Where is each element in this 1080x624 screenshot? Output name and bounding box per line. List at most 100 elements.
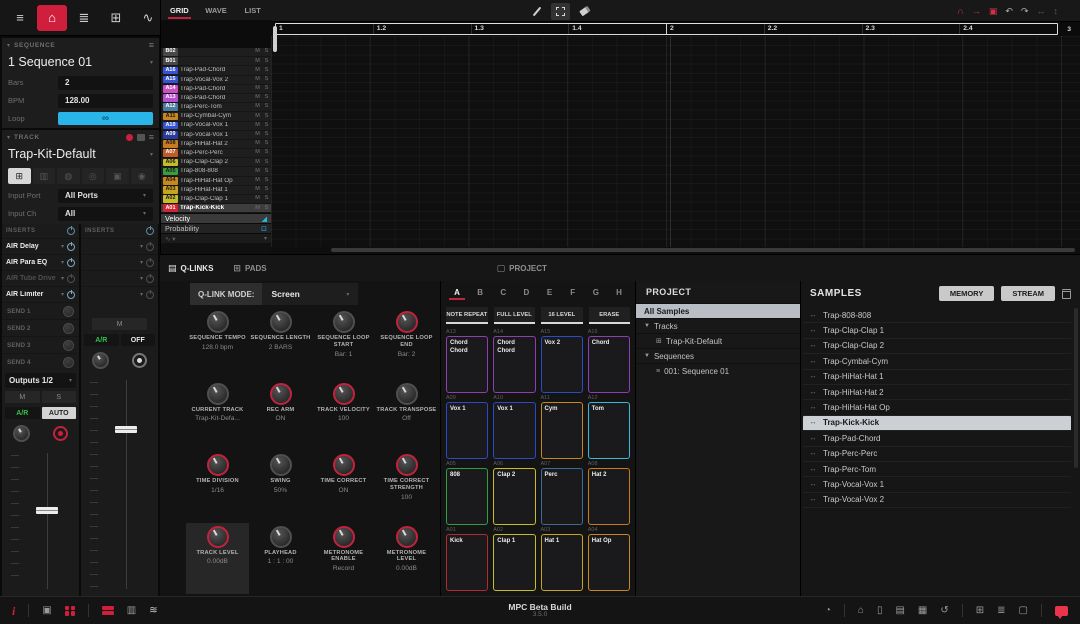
mute-button[interactable]: M — [253, 59, 262, 65]
knob[interactable] — [207, 383, 229, 405]
knob[interactable] — [396, 311, 418, 333]
samples-scrollbar[interactable] — [1074, 308, 1078, 468]
pad-view-icon[interactable]: ⊞ — [101, 5, 131, 31]
mute-button[interactable]: M — [253, 169, 262, 175]
solo-button[interactable]: S — [262, 178, 271, 184]
bank-h[interactable]: H — [611, 288, 627, 297]
mute-button[interactable]: M — [253, 206, 262, 212]
menu-icon[interactable]: ≡ — [5, 5, 35, 31]
redo-icon[interactable]: ↷ — [1021, 6, 1029, 17]
sample-row[interactable]: ↔Trap-Pad-Chord — [803, 431, 1071, 446]
loop-toggle[interactable]: ∞ — [58, 112, 153, 125]
qlink-knob-cell[interactable]: SEQUENCE LOOP ENDBar: 2 — [375, 308, 438, 380]
pad-a04[interactable]: Hat Op — [588, 534, 630, 591]
auto-button[interactable]: AUTO — [42, 407, 77, 419]
qlink-knob-cell[interactable]: TRACK VELOCITY100 — [312, 380, 375, 452]
sample-edit-icon[interactable]: ∿ — [133, 5, 163, 31]
knob[interactable] — [396, 454, 418, 476]
timeline-ruler[interactable]: 11.21.31.422.22.32.4 3 — [271, 22, 1080, 36]
undo-icon[interactable]: ↶ — [1005, 6, 1013, 17]
mute-button[interactable]: M — [253, 141, 262, 147]
insert-slot[interactable]: AIR Delay▾ — [2, 238, 79, 254]
send-slot[interactable]: SEND 2 — [2, 319, 79, 336]
pad-row[interactable]: A14Trap-Pad-ChordMS — [161, 85, 271, 94]
midi-icon[interactable]: ◉ — [131, 168, 154, 184]
plugin-icon[interactable]: ▣ — [106, 168, 129, 184]
chat-icon[interactable] — [1055, 606, 1068, 616]
vertical-scrollbar[interactable] — [273, 26, 277, 52]
mute-button[interactable]: M — [253, 114, 262, 120]
memory-button[interactable]: MEMORY — [939, 286, 994, 301]
insert-slot[interactable]: ▾ — [81, 254, 158, 270]
pad-a09[interactable]: Vox 1 — [446, 402, 488, 459]
grid-view-icon[interactable]: ⊞ — [976, 606, 984, 616]
chevron-down-icon[interactable]: ▾ — [140, 291, 143, 298]
pad-a02[interactable]: Clap 1 — [493, 534, 535, 591]
pad-row[interactable]: A16Trap-Pad-ChordMS — [161, 66, 271, 75]
sample-row[interactable]: ↔Trap-Vocal-Vox 1 — [803, 477, 1071, 492]
power-icon[interactable] — [67, 259, 75, 267]
stream-button[interactable]: STREAM — [1001, 286, 1055, 301]
knob[interactable] — [207, 454, 229, 476]
output-select[interactable]: Outputs 1/2▾ — [5, 373, 76, 388]
knob[interactable] — [333, 526, 355, 548]
cv-icon[interactable]: ◎ — [82, 168, 105, 184]
master-pan-knob[interactable] — [92, 352, 109, 369]
solo-button[interactable]: S — [262, 68, 271, 74]
master-monitor-button[interactable] — [132, 353, 147, 368]
select-tool[interactable] — [551, 3, 570, 20]
sample-row[interactable]: ↔Trap-Cymbal-Cym — [803, 354, 1071, 369]
solo-button[interactable]: S — [42, 391, 77, 403]
chevron-down-icon[interactable]: ▾ — [61, 259, 64, 266]
pad-row[interactable]: A02Trap-Clap-Clap 1MS — [161, 195, 271, 204]
pad-a12[interactable]: Tom — [588, 402, 630, 459]
solo-button[interactable]: S — [262, 132, 271, 138]
track-selector[interactable]: Trap-Kit-Default▾ — [2, 144, 159, 164]
send-knob[interactable] — [63, 323, 74, 334]
power-icon[interactable] — [67, 227, 75, 235]
keygroup-icon[interactable]: ▥ — [33, 168, 56, 184]
project-item[interactable]: ▼Tracks — [636, 318, 800, 333]
track-view-icon[interactable]: ≣ — [69, 5, 99, 31]
pencil-tool[interactable] — [527, 3, 546, 20]
chevron-down-icon[interactable]: ▾ — [61, 275, 64, 282]
qlink-knob-cell[interactable]: TRACK TRANSPOSEOff — [375, 380, 438, 452]
bank-c[interactable]: C — [495, 288, 511, 297]
mute-button[interactable]: M — [253, 77, 262, 83]
locate-icon[interactable]: → — [972, 6, 981, 16]
power-icon[interactable] — [67, 243, 75, 251]
project-item[interactable]: ▼Sequences — [636, 348, 800, 363]
mute-button[interactable]: M — [253, 160, 262, 166]
mute-button[interactable]: M — [253, 178, 262, 184]
chevron-down-icon[interactable]: ▾ — [61, 291, 64, 298]
sample-row[interactable]: ↔Trap-Perc-Tom — [803, 462, 1071, 477]
info-icon[interactable]: i — [12, 605, 15, 617]
master-mute-button[interactable]: M — [92, 318, 147, 330]
pad-row[interactable]: B02MS — [161, 48, 271, 57]
pad-button-erase[interactable]: ERASE — [589, 307, 631, 324]
window-icon[interactable]: ▣ — [42, 606, 51, 616]
qlink-knob-cell[interactable]: METRONOME LEVEL0.00dB — [375, 523, 438, 595]
drum-program-icon[interactable]: ⊞ — [8, 168, 31, 184]
loop-region[interactable]: 11.21.31.422.22.32.4 — [275, 23, 1058, 35]
note-grid[interactable] — [271, 36, 1080, 247]
knob[interactable] — [333, 383, 355, 405]
qlink-knob-cell[interactable]: TIME CORRECTON — [312, 451, 375, 523]
knob[interactable] — [207, 311, 229, 333]
qlink-knob-cell[interactable]: SEQUENCE TEMPO128.0 bpm — [186, 308, 249, 380]
history-icon[interactable]: ↺ — [940, 606, 948, 616]
sequence-selector[interactable]: 1 Sequence 01▾ — [2, 52, 159, 72]
mute-button[interactable]: M — [253, 123, 262, 129]
tab-pads[interactable]: ⊞PADS — [233, 263, 266, 274]
bank-d[interactable]: D — [518, 288, 534, 297]
bars-field[interactable]: 2 — [58, 76, 153, 90]
pad-row[interactable]: A05Trap-808-808MS — [161, 167, 271, 176]
monitor-icon[interactable] — [137, 134, 145, 141]
sample-row[interactable]: ↔Trap-HiHat-Hat 1 — [803, 370, 1071, 385]
collapse-chevron-icon[interactable]: ▾ — [7, 42, 10, 49]
pad-button-16-level[interactable]: 16 LEVEL — [541, 307, 583, 324]
knob[interactable] — [270, 454, 292, 476]
page-icon[interactable]: ▢ — [1019, 606, 1028, 616]
sample-row[interactable]: ↔Trap-Vocal-Vox 2 — [803, 493, 1071, 508]
solo-button[interactable]: S — [262, 114, 271, 120]
